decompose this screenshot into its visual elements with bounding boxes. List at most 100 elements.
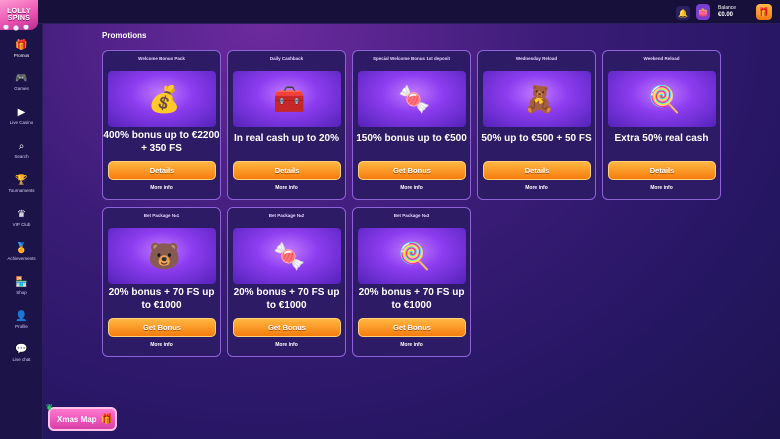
- crown-icon: ♛: [17, 209, 26, 220]
- sidebar-item-shop[interactable]: 🏪 Shop: [0, 277, 43, 295]
- sidebar-item-promos[interactable]: 🎁 Promos: [0, 40, 43, 58]
- logo-text-bottom: SPINS: [7, 15, 31, 22]
- sidebar-item-live-chat[interactable]: 💬 Live chat: [0, 344, 43, 362]
- promo-card-bet-package-2: Bet Package №2 🍬 20% bonus + 70 FS up to…: [227, 207, 346, 357]
- more-info-link[interactable]: More info: [353, 185, 470, 191]
- snow-decoration: [2, 25, 36, 31]
- gummy-bear-icon: 🐻: [148, 241, 181, 271]
- promo-image-gummy-bear: 🧸: [483, 71, 591, 127]
- sidebar-item-games[interactable]: 🎮 Games: [0, 73, 43, 91]
- more-info-link[interactable]: More info: [228, 342, 345, 348]
- sidebar-item-profile[interactable]: 👤 Profile: [0, 311, 43, 329]
- card-headline: 20% bonus + 70 FS up to €1000: [358, 287, 465, 311]
- card-title: Weekend Reload: [643, 56, 680, 61]
- lollipop-icon: 🍭: [398, 241, 431, 271]
- sidebar-item-label: Achievements: [7, 256, 36, 261]
- balance-value: €0.00: [718, 12, 734, 18]
- sidebar: 🎁 Promos 🎮 Games ▶ Live Casino ⌕ Search 🏆 Tou…: [0, 24, 43, 439]
- sidebar-item-label: Live chat: [12, 357, 31, 362]
- wallet-icon[interactable]: 👛: [696, 4, 710, 20]
- card-headline: 150% bonus up to €500: [356, 133, 467, 144]
- more-info-link[interactable]: More info: [103, 342, 220, 348]
- more-info-link[interactable]: More info: [103, 185, 220, 191]
- more-info-link[interactable]: More info: [478, 185, 595, 191]
- card-headline: 400% bonus up to €2200 + 350 FS: [103, 130, 220, 154]
- gamepad-icon: 🎮: [15, 73, 28, 84]
- sidebar-item-achievements[interactable]: 🏅 Achievements: [0, 243, 43, 261]
- sidebar-item-vip-club[interactable]: ♛ VIP Club: [0, 209, 43, 227]
- top-bar: 🔔 👛 Balance €0.00 🎁: [0, 0, 780, 24]
- promo-image-treasure-chest: 💰: [108, 71, 216, 127]
- sidebar-item-live-casino[interactable]: ▶ Live Casino: [0, 107, 43, 125]
- details-button[interactable]: Details: [108, 161, 216, 180]
- gift-icon: 🎁: [100, 413, 114, 425]
- card-title: Special Welcome Bonus 1st deposit: [373, 56, 450, 61]
- card-headline: 20% bonus + 70 FS up to €1000: [108, 287, 215, 311]
- balance-label: Balance: [718, 5, 737, 11]
- logo-text-top: LOLLY: [7, 8, 31, 15]
- card-title: Bet Package №3: [393, 213, 430, 218]
- sidebar-item-label: Promos: [13, 53, 30, 58]
- sidebar-item-label: Search: [14, 154, 29, 159]
- bell-icon[interactable]: 🔔: [676, 6, 690, 20]
- treasure-chest-icon: 💰: [148, 84, 181, 114]
- safe-icon: 🧰: [273, 84, 306, 114]
- more-info-link[interactable]: More info: [353, 342, 470, 348]
- promo-image-lollipop: 🍭: [608, 71, 716, 127]
- get-bonus-button[interactable]: Get Bonus: [358, 318, 466, 337]
- play-icon: ▶: [17, 107, 26, 118]
- card-title: Wednesday Reload: [515, 56, 558, 61]
- more-info-link[interactable]: More info: [603, 185, 720, 191]
- promo-image-safe: 🧰: [233, 71, 341, 127]
- card-headline: 20% bonus + 70 FS up to €1000: [233, 287, 340, 311]
- promo-card-weekend-reload: Weekend Reload 🍭 Extra 50% real cash Det…: [602, 50, 721, 200]
- xmas-map-button[interactable]: ❦ Xmas Map 🎁: [46, 403, 117, 431]
- more-info-link[interactable]: More info: [228, 185, 345, 191]
- xmas-map-label: Xmas Map: [57, 414, 97, 424]
- details-button[interactable]: Details: [608, 161, 716, 180]
- candy-icon: 🍬: [273, 241, 306, 271]
- card-headline: 50% up to €500 + 50 FS: [481, 133, 592, 144]
- get-bonus-button[interactable]: Get Bonus: [233, 318, 341, 337]
- promo-card-bet-package-1: Bet Package №1 🐻 20% bonus + 70 FS up to…: [102, 207, 221, 357]
- gift-icon[interactable]: 🎁: [756, 4, 772, 20]
- promo-card-daily-cashback: Daily Cashback 🧰 In real cash up to 20% …: [227, 50, 346, 200]
- sidebar-item-label: Tournaments: [8, 188, 35, 193]
- card-title: Bet Package №1: [143, 213, 180, 218]
- details-button[interactable]: Details: [483, 161, 591, 180]
- shop-icon: 🏪: [15, 277, 28, 288]
- promo-card-special-welcome: Special Welcome Bonus 1st deposit 🍬 150%…: [352, 50, 471, 200]
- sidebar-item-tournaments[interactable]: 🏆 Tournaments: [0, 175, 43, 193]
- lollipop-icon: 🍭: [648, 84, 681, 114]
- sidebar-item-label: Games: [14, 86, 29, 91]
- promo-card-bet-package-3: Bet Package №3 🍭 20% bonus + 70 FS up to…: [352, 207, 471, 357]
- get-bonus-button[interactable]: Get Bonus: [358, 161, 466, 180]
- trophy-icon: 🏆: [15, 175, 28, 186]
- gift-icon: 🎁: [15, 40, 28, 51]
- card-headline: Extra 50% real cash: [614, 133, 709, 144]
- details-button[interactable]: Details: [233, 161, 341, 180]
- sidebar-item-label: Live Casino: [9, 120, 34, 125]
- gummy-bear-icon: 🧸: [523, 84, 556, 114]
- card-headline: In real cash up to 20%: [233, 133, 340, 144]
- user-icon: 👤: [15, 311, 28, 322]
- sidebar-item-search[interactable]: ⌕ Search: [0, 141, 43, 159]
- sidebar-item-label: VIP Club: [12, 222, 31, 227]
- card-title: Daily Cashback: [269, 56, 304, 61]
- candy-icon: 🍬: [398, 84, 431, 114]
- promo-image-candy: 🍬: [358, 71, 466, 127]
- card-title: Bet Package №2: [268, 213, 305, 218]
- get-bonus-button[interactable]: Get Bonus: [108, 318, 216, 337]
- promo-image-gummy-bear: 🐻: [108, 228, 216, 284]
- promo-image-lollipop: 🍭: [358, 228, 466, 284]
- promo-card-welcome-bonus: Welcome Bonus Pack 💰 400% bonus up to €2…: [102, 50, 221, 200]
- promo-card-wednesday-reload: Wednesday Reload 🧸 50% up to €500 + 50 F…: [477, 50, 596, 200]
- search-icon: ⌕: [18, 141, 25, 152]
- medal-icon: 🏅: [15, 243, 28, 254]
- card-title: Welcome Bonus Pack: [138, 56, 185, 61]
- sidebar-item-label: Profile: [15, 324, 28, 329]
- page-title: Promotions: [102, 31, 147, 40]
- logo[interactable]: LOLLY SPINS: [0, 0, 38, 31]
- holly-icon: ❦: [46, 403, 53, 412]
- sidebar-item-label: Shop: [16, 290, 27, 295]
